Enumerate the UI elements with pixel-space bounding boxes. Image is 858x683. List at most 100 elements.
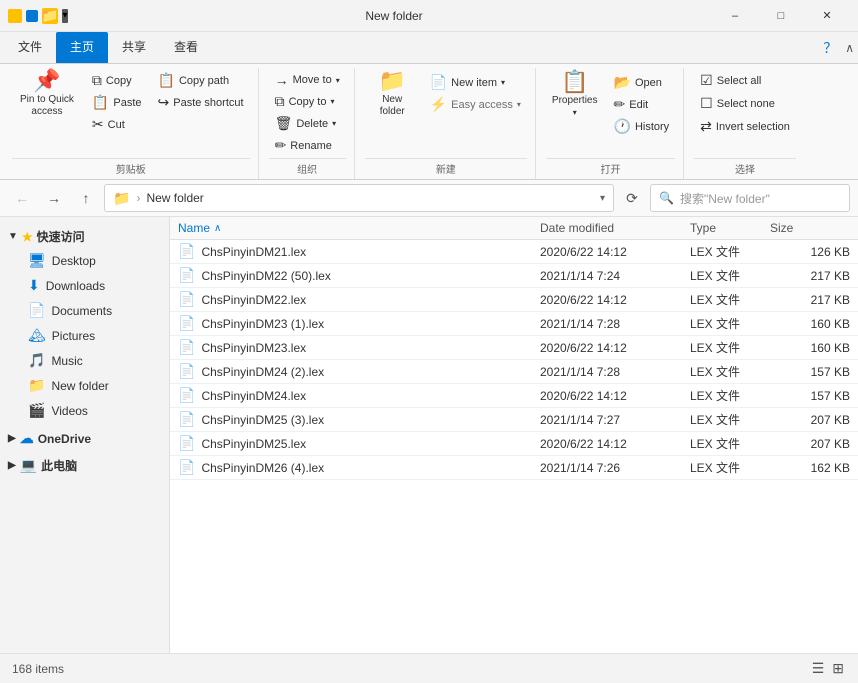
file-date: 2020/6/22 14:12 [540, 293, 690, 307]
sidebar-item-music[interactable]: 🎵 Music [4, 348, 165, 373]
refresh-button[interactable]: ⟳ [618, 184, 646, 212]
file-name-col: 📄 ChsPinyinDM25 (3).lex [178, 411, 540, 428]
copy-icon: ⧉ [92, 72, 102, 89]
item-count: 168 items [12, 662, 64, 676]
status-bar: 168 items ☰ ⊞ [0, 653, 858, 683]
header-size-label: Size [770, 221, 793, 235]
properties-button[interactable]: 📋 Properties ▾ [546, 68, 604, 120]
new-folder-button[interactable]: 📁 Newfolder [365, 68, 420, 120]
paste-button[interactable]: 📋 Paste [86, 92, 148, 113]
details-view-button[interactable]: ☰ [810, 658, 827, 679]
up-button[interactable]: ↑ [72, 184, 100, 212]
header-size[interactable]: Size [770, 221, 850, 235]
file-size: 157 KB [770, 389, 850, 403]
table-row[interactable]: 📄 ChsPinyinDM23.lex 2020/6/22 14:12 LEX … [170, 336, 858, 360]
organize-content: → Move to ▾ ⧉ Copy to ▾ 🗑 Delete ▾ ✏ Ren… [269, 68, 346, 156]
paste-shortcut-button[interactable]: ↪ Paste shortcut [152, 92, 250, 113]
table-row[interactable]: 📄 ChsPinyinDM22 (50).lex 2021/1/14 7:24 … [170, 264, 858, 288]
thispc-header[interactable]: ▶ 💻 此电脑 [0, 454, 169, 477]
rename-button[interactable]: ✏ Rename [269, 135, 346, 156]
tab-view[interactable]: 查看 [160, 32, 212, 63]
table-row[interactable]: 📄 ChsPinyinDM23 (1).lex 2021/1/14 7:28 L… [170, 312, 858, 336]
file-date: 2021/1/14 7:28 [540, 317, 690, 331]
open-col: 📂 Open ✏ Edit 🕐 History [608, 68, 676, 137]
copy-to-button[interactable]: ⧉ Copy to ▾ [269, 91, 346, 112]
tab-share[interactable]: 共享 [108, 32, 160, 63]
onedrive-label: OneDrive [38, 432, 91, 446]
table-row[interactable]: 📄 ChsPinyinDM25.lex 2020/6/22 14:12 LEX … [170, 432, 858, 456]
select-none-button[interactable]: ☐ Select none [694, 93, 796, 114]
history-icon: 🕐 [614, 118, 631, 135]
file-size: 217 KB [770, 269, 850, 283]
header-type[interactable]: Type [690, 221, 770, 235]
file-icon: 📄 [178, 435, 195, 452]
sidebar-item-downloads[interactable]: ⬇ Downloads 📌 [4, 273, 165, 298]
forward-button[interactable]: → [40, 184, 68, 212]
large-icons-view-button[interactable]: ⊞ [830, 658, 846, 679]
edit-button[interactable]: ✏ Edit [608, 94, 676, 115]
ribbon-collapse-button[interactable]: ∧ [845, 32, 854, 63]
sidebar-item-videos[interactable]: 🎬 Videos [4, 398, 165, 423]
move-to-button[interactable]: → Move to ▾ [269, 70, 346, 90]
file-name: ChsPinyinDM23 (1).lex [201, 317, 324, 331]
address-dropdown-chevron[interactable]: ▾ [600, 193, 605, 204]
onedrive-icon: ☁ [20, 430, 34, 447]
sidebar-item-new-folder[interactable]: 📁 New folder [4, 373, 165, 398]
table-row[interactable]: 📄 ChsPinyinDM22.lex 2020/6/22 14:12 LEX … [170, 288, 858, 312]
view-toggle-buttons: ☰ ⊞ [810, 658, 846, 679]
quick-access-label: 快速访问 [37, 228, 85, 245]
back-button[interactable]: ← [8, 184, 36, 212]
address-bar[interactable]: 📁 › New folder ▾ [104, 184, 614, 212]
select-all-button[interactable]: ☑ Select all [694, 70, 796, 91]
easy-access-button[interactable]: ⚡ Easy access ▾ [424, 94, 527, 115]
table-row[interactable]: 📄 ChsPinyinDM24 (2).lex 2021/1/14 7:28 L… [170, 360, 858, 384]
file-size: 157 KB [770, 365, 850, 379]
copy-path-button[interactable]: 📋 Copy path [152, 70, 250, 91]
pin-to-quick-access-button[interactable]: 📌 Pin to Quickaccess [12, 68, 82, 120]
table-row[interactable]: 📄 ChsPinyinDM21.lex 2020/6/22 14:12 LEX … [170, 240, 858, 264]
file-date: 2021/1/14 7:24 [540, 269, 690, 283]
help-button[interactable]: ？ [823, 32, 841, 63]
ribbon-select-group: ☑ Select all ☐ Select none ⇄ Invert sele… [686, 68, 804, 179]
onedrive-header[interactable]: ▶ ☁ OneDrive [0, 427, 169, 450]
table-row[interactable]: 📄 ChsPinyinDM26 (4).lex 2021/1/14 7:26 L… [170, 456, 858, 480]
file-type: LEX 文件 [690, 291, 770, 308]
rename-icon: ✏ [275, 137, 287, 154]
open-button[interactable]: 📂 Open [608, 72, 676, 93]
invert-selection-button[interactable]: ⇄ Invert selection [694, 116, 796, 137]
new-item-button[interactable]: 📄 New item ▾ [424, 72, 527, 93]
ribbon-clipboard-group: 📌 Pin to Quickaccess ⧉ Copy 📋 Paste ✂ Cu… [4, 68, 259, 179]
header-name[interactable]: Name ∧ [178, 221, 540, 235]
quick-access-header[interactable]: ▼ ★ 快速访问 [0, 225, 169, 248]
maximize-button[interactable]: □ [758, 0, 804, 32]
new-folder-label: Newfolder [380, 94, 405, 118]
file-name: ChsPinyinDM25.lex [201, 437, 306, 451]
minimize-button[interactable]: – [712, 0, 758, 32]
file-size: 207 KB [770, 437, 850, 451]
search-box[interactable]: 🔍 搜索"New folder" [650, 184, 850, 212]
sidebar-item-documents[interactable]: 📄 Documents 📌 [4, 298, 165, 323]
copy-button[interactable]: ⧉ Copy [86, 70, 148, 91]
copy-path-label: Copy path [179, 75, 229, 87]
tab-file[interactable]: 文件 [4, 32, 56, 63]
file-name-col: 📄 ChsPinyinDM22 (50).lex [178, 267, 540, 284]
paste-icon: 📋 [92, 94, 109, 111]
header-date[interactable]: Date modified [540, 221, 690, 235]
tab-home[interactable]: 主页 [56, 32, 108, 63]
copy-to-arrow: ▾ [330, 97, 334, 106]
sidebar-item-pictures[interactable]: 🏔 Pictures 📌 [4, 323, 165, 348]
file-name: ChsPinyinDM25 (3).lex [201, 413, 324, 427]
file-type: LEX 文件 [690, 243, 770, 260]
sidebar-item-desktop[interactable]: 🖥 Desktop 📌 [4, 248, 165, 273]
file-size: 217 KB [770, 293, 850, 307]
history-button[interactable]: 🕐 History [608, 116, 676, 137]
cut-button[interactable]: ✂ Cut [86, 114, 148, 135]
open-label: Open [635, 77, 662, 89]
file-type: LEX 文件 [690, 315, 770, 332]
edit-icon: ✏ [614, 96, 626, 113]
file-type: LEX 文件 [690, 435, 770, 452]
close-button[interactable]: ✕ [804, 0, 850, 32]
delete-button[interactable]: 🗑 Delete ▾ [269, 113, 346, 134]
table-row[interactable]: 📄 ChsPinyinDM24.lex 2020/6/22 14:12 LEX … [170, 384, 858, 408]
table-row[interactable]: 📄 ChsPinyinDM25 (3).lex 2021/1/14 7:27 L… [170, 408, 858, 432]
